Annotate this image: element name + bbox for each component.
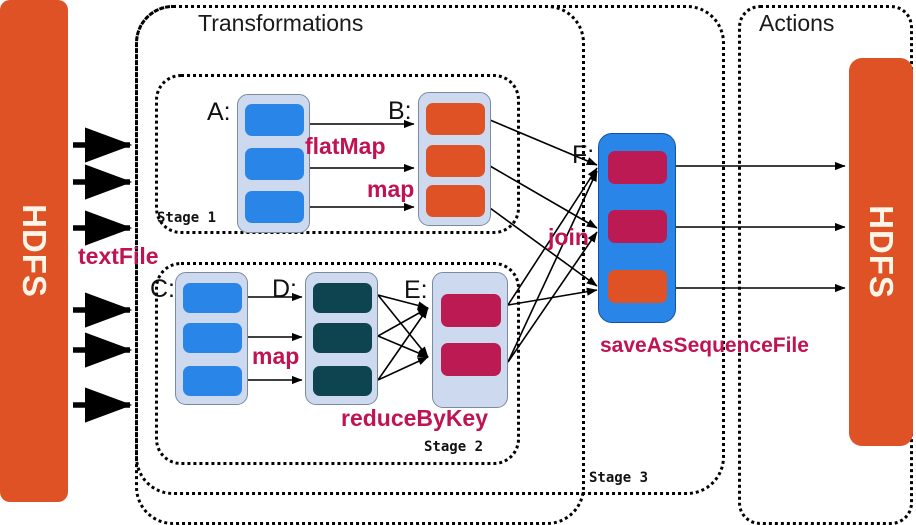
hdfs-sink-block: HDFS <box>849 58 913 446</box>
rdd-e-partition <box>441 294 501 327</box>
rdd-b-partition <box>426 145 485 177</box>
transformations-title: Transformations <box>198 10 364 36</box>
rdd-b-partition <box>426 103 485 135</box>
rdd-d-label: D: <box>272 275 297 303</box>
rdd-e-label: E: <box>404 276 428 304</box>
op-flatmap-label: flatMap <box>305 133 386 159</box>
rdd-f-label: F: <box>572 141 595 169</box>
op-reducebykey-label: reduceByKey <box>341 405 489 431</box>
rdd-c-label: C: <box>150 275 175 303</box>
rdd-b <box>418 92 491 226</box>
textfile-arrows-stage2 <box>73 292 133 423</box>
rdd-c-partition <box>183 323 242 353</box>
rdd-f-partition <box>608 270 667 303</box>
rdd-c <box>175 272 248 405</box>
hdfs-source-block: HDFS <box>0 0 68 502</box>
rdd-f-partition <box>608 210 667 243</box>
textfile-arrows-stage1 <box>73 127 133 246</box>
rdd-d <box>305 272 378 405</box>
rdd-a-partition <box>245 148 304 180</box>
rdd-d-partition <box>313 366 372 396</box>
op-saveassequencefile-label: saveAsSequenceFile <box>600 334 809 357</box>
rdd-e-partition <box>441 343 501 376</box>
op-map1-label: map <box>367 176 415 202</box>
rdd-b-partition <box>426 185 485 217</box>
stage3-label: Stage 3 <box>589 470 649 486</box>
rdd-a-partition <box>245 191 304 223</box>
diagram-canvas: Transformations Actions Stage 1 Stage 2 … <box>0 0 916 525</box>
rdd-a-label: A: <box>207 98 231 126</box>
rdd-f <box>598 133 676 323</box>
rdd-c-partition <box>183 283 242 313</box>
stage1-label: Stage 1 <box>157 210 217 226</box>
rdd-f-partition <box>608 151 667 184</box>
rdd-e <box>432 272 508 408</box>
rdd-b-label: B: <box>388 97 412 125</box>
rdd-d-partition <box>313 283 372 313</box>
op-join-label: join <box>548 224 589 250</box>
hdfs-source-label: HDFS <box>16 204 53 298</box>
rdd-d-partition <box>313 323 372 353</box>
actions-title: Actions <box>759 10 835 36</box>
op-map2-label: map <box>252 343 300 369</box>
rdd-a-partition <box>245 104 304 136</box>
hdfs-sink-label: HDFS <box>863 205 900 299</box>
stage2-label: Stage 2 <box>424 439 484 455</box>
op-textfile-label: textFile <box>78 243 159 269</box>
rdd-a <box>237 94 310 233</box>
rdd-c-partition <box>183 366 242 396</box>
